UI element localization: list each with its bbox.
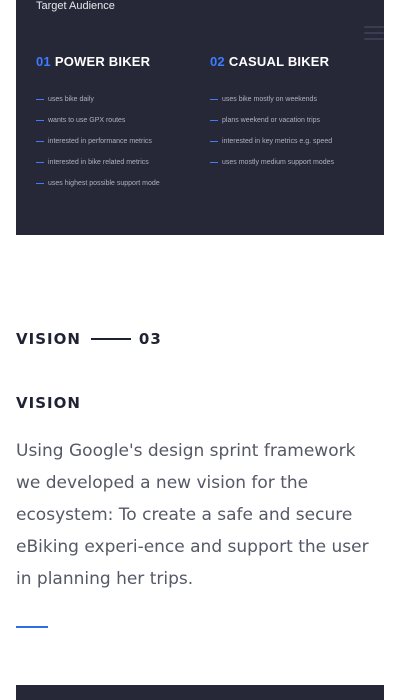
persona-trait: interested in bike related metrics bbox=[36, 158, 201, 167]
persona-trait: interested in key metrics e.g. speed bbox=[210, 137, 375, 146]
persona-number: 02 bbox=[210, 54, 225, 69]
persona-trait: uses bike daily bbox=[36, 95, 201, 104]
next-section-image bbox=[16, 685, 384, 700]
hamburger-menu-icon[interactable] bbox=[364, 26, 384, 42]
persona-name: POWER BIKER bbox=[54, 54, 151, 69]
persona-trait: uses highest possible support mode bbox=[36, 179, 201, 188]
section-title: VISION bbox=[16, 330, 81, 348]
persona-heading: 01 POWER BIKER bbox=[36, 54, 201, 69]
persona-trait: uses mostly medium support modes bbox=[210, 158, 375, 167]
vision-heading: VISION bbox=[16, 394, 81, 412]
persona-trait-list: uses bike mostly on weekends plans weeke… bbox=[210, 95, 375, 167]
persona-trait-list: uses bike daily wants to use GPX routes … bbox=[36, 95, 201, 188]
section-divider bbox=[90, 338, 131, 340]
persona-trait: interested in performance metrics bbox=[36, 137, 201, 146]
persona-trait: plans weekend or vacation trips bbox=[210, 116, 375, 125]
section-number: 03 bbox=[138, 330, 162, 348]
accent-divider bbox=[16, 626, 48, 628]
persona-heading: 02 CASUAL BIKER bbox=[210, 54, 375, 69]
persona-trait: uses bike mostly on weekends bbox=[210, 95, 375, 104]
persona-power-biker: 01 POWER BIKER uses bike daily wants to u… bbox=[36, 54, 201, 200]
target-audience-image: Target Audience 01 POWER BIKER uses bike … bbox=[16, 0, 384, 235]
persona-casual-biker: 02 CASUAL BIKER uses bike mostly on weeke… bbox=[210, 54, 375, 179]
section-label: VISION 03 bbox=[16, 330, 162, 348]
vision-body-text: Using Google's design sprint framework w… bbox=[16, 441, 369, 589]
persona-trait: wants to use GPX routes bbox=[36, 116, 201, 125]
target-audience-title: Target Audience bbox=[36, 0, 115, 12]
persona-name: CASUAL BIKER bbox=[228, 54, 330, 69]
persona-number: 01 bbox=[36, 54, 51, 69]
